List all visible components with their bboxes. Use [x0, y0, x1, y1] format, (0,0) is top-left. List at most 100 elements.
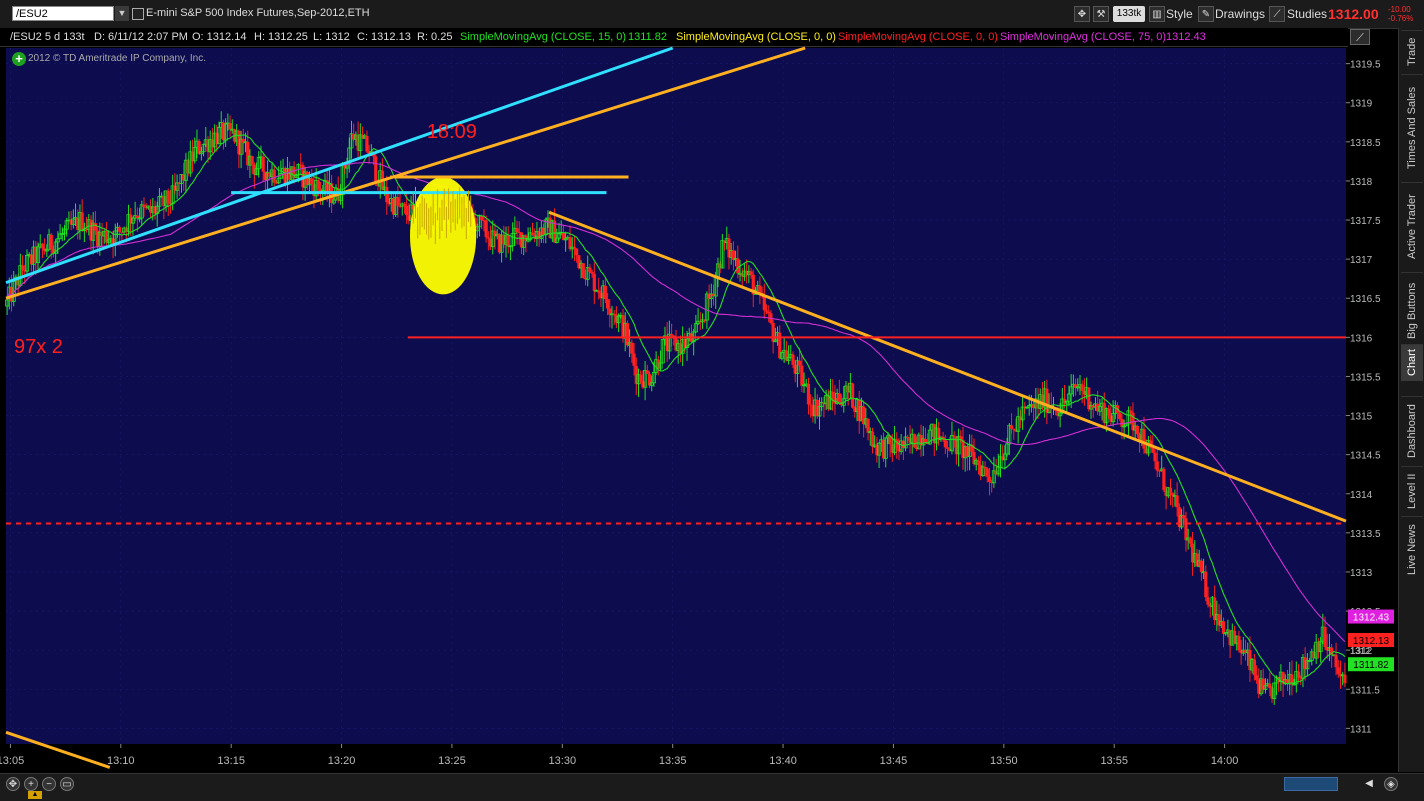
draw-tool-icon[interactable]: ⟋: [1350, 29, 1370, 45]
zoom-fit-icon[interactable]: ▭: [60, 777, 74, 791]
studies-button[interactable]: Studies: [1287, 6, 1327, 22]
candle-body: [1102, 403, 1106, 423]
tab-dashboard[interactable]: Dashboard: [1401, 396, 1423, 465]
candle-body: [630, 342, 634, 354]
candle-body: [762, 296, 766, 311]
candle-body: [647, 373, 652, 386]
last-price: 1312.00: [1328, 6, 1379, 22]
sma-yellow-label[interactable]: SimpleMovingAvg (CLOSE, 0, 0): [676, 28, 836, 46]
scroll-left-icon[interactable]: ◀: [1362, 777, 1376, 791]
low-value: L: 1312: [313, 31, 350, 43]
candle-body: [484, 220, 488, 238]
candle-body: [316, 180, 320, 189]
y-tick-label: 1313: [1350, 568, 1373, 579]
candle-body: [493, 230, 497, 236]
candle-body: [1336, 667, 1340, 674]
candle-body: [1107, 408, 1111, 416]
tab-times-and-sales[interactable]: Times And Sales: [1401, 74, 1423, 181]
candle-body: [1018, 416, 1022, 420]
y-tick-label: 1316.5: [1350, 294, 1381, 305]
zoom-in-icon[interactable]: +: [24, 777, 38, 791]
candle-body: [592, 273, 596, 292]
candle-body: [1254, 675, 1259, 680]
candle-body: [80, 212, 84, 231]
candle-body: [1175, 495, 1179, 508]
style-icon[interactable]: ▥: [1149, 6, 1165, 22]
candle-body: [1232, 630, 1237, 644]
expand-icon[interactable]: ▲: [28, 791, 42, 799]
price-badge-label: 1311.82: [1353, 660, 1389, 671]
y-tick-label: 1311.5: [1350, 685, 1380, 696]
candle-body: [793, 364, 797, 374]
candle-body: [1162, 468, 1166, 491]
candle-body: [1285, 679, 1290, 684]
style-button[interactable]: Style: [1166, 6, 1193, 22]
candle-body: [1188, 538, 1192, 544]
candle-body: [846, 386, 850, 393]
candle-body: [186, 160, 190, 174]
percent-change: -0.76%: [1388, 14, 1414, 23]
x-tick-label: 13:40: [769, 755, 797, 767]
sma15-label[interactable]: SimpleMovingAvg (CLOSE, 15, 0): [460, 28, 626, 46]
tab-chart[interactable]: Chart: [1401, 344, 1423, 381]
crosshair-icon[interactable]: ✥: [1074, 6, 1090, 22]
y-tick-label: 1315.5: [1350, 372, 1381, 383]
drawings-button[interactable]: Drawings: [1215, 6, 1265, 22]
expand-time-icon[interactable]: ◈: [1384, 777, 1398, 791]
symbol-dropdown-icon[interactable]: ▼: [115, 6, 129, 21]
chart-annotation: 97x 2: [14, 336, 63, 358]
symbol-link-icon[interactable]: [132, 8, 144, 20]
timeline-scrollbar[interactable]: [1284, 777, 1338, 791]
y-tick-label: 1315: [1350, 412, 1373, 423]
studies-icon[interactable]: ⟋: [1269, 6, 1285, 22]
candle-body: [1155, 461, 1159, 471]
candle-body: [1190, 543, 1195, 563]
y-tick-label: 1311: [1350, 724, 1372, 735]
y-tick-label: 1313.5: [1350, 529, 1381, 540]
y-tick-label: 1317.5: [1350, 216, 1381, 227]
candle-body: [811, 405, 815, 416]
candle-body: [104, 231, 109, 243]
candle-body: [1268, 683, 1272, 689]
candle-body: [1082, 390, 1087, 395]
candle-body: [983, 466, 987, 469]
tab-level-ii[interactable]: Level II: [1401, 466, 1423, 515]
price-badge-label: 1312.43: [1353, 613, 1390, 624]
pencil-icon[interactable]: ✎: [1198, 6, 1214, 22]
y-tick-label: 1314: [1350, 490, 1373, 501]
candle-body: [639, 374, 643, 382]
candle-body: [605, 299, 610, 309]
x-tick-label: 13:15: [217, 755, 245, 767]
candle-body: [837, 393, 841, 402]
tab-big-buttons[interactable]: Big Buttons: [1401, 272, 1423, 349]
zoom-out-icon[interactable]: −: [42, 777, 56, 791]
symbol-input[interactable]: /ESU2: [12, 6, 114, 21]
aggregation-badge[interactable]: 133tk: [1113, 6, 1145, 22]
candle-body: [402, 203, 407, 206]
candle-body: [252, 164, 256, 175]
wrench-icon[interactable]: ⚒: [1093, 6, 1109, 22]
sma75-label[interactable]: SimpleMovingAvg (CLOSE, 75, 0): [1000, 28, 1166, 46]
candle-body: [237, 130, 241, 155]
candle-body: [798, 360, 802, 366]
candle-body: [76, 217, 80, 230]
candle-body: [831, 391, 835, 398]
study-legend-bar: /ESU2 5 d 133t D: 6/11/12 2:07 PM O: 131…: [0, 28, 1348, 47]
candle-body: [625, 323, 630, 346]
candle-body: [129, 214, 133, 224]
pan-icon[interactable]: ✥: [6, 777, 20, 791]
candle-body: [283, 168, 287, 185]
candle-body: [153, 206, 157, 214]
tab-trade[interactable]: Trade: [1401, 30, 1423, 73]
price-chart[interactable]: 18:09 97x 2 1319.5 1319 1318.5 1318 1317.5 131…: [0, 46, 1398, 773]
candle-body: [142, 204, 146, 207]
candle-body: [906, 436, 910, 439]
sma-red-label[interactable]: SimpleMovingAvg (CLOSE, 0, 0): [838, 28, 998, 46]
candle-body: [987, 476, 992, 482]
candle-body: [182, 174, 186, 181]
add-study-icon[interactable]: +: [12, 52, 26, 66]
candle-body: [1248, 650, 1252, 671]
tab-live-news[interactable]: Live News: [1401, 516, 1423, 583]
tab-active-trader[interactable]: Active Trader: [1401, 182, 1423, 271]
candle-body: [190, 151, 195, 161]
